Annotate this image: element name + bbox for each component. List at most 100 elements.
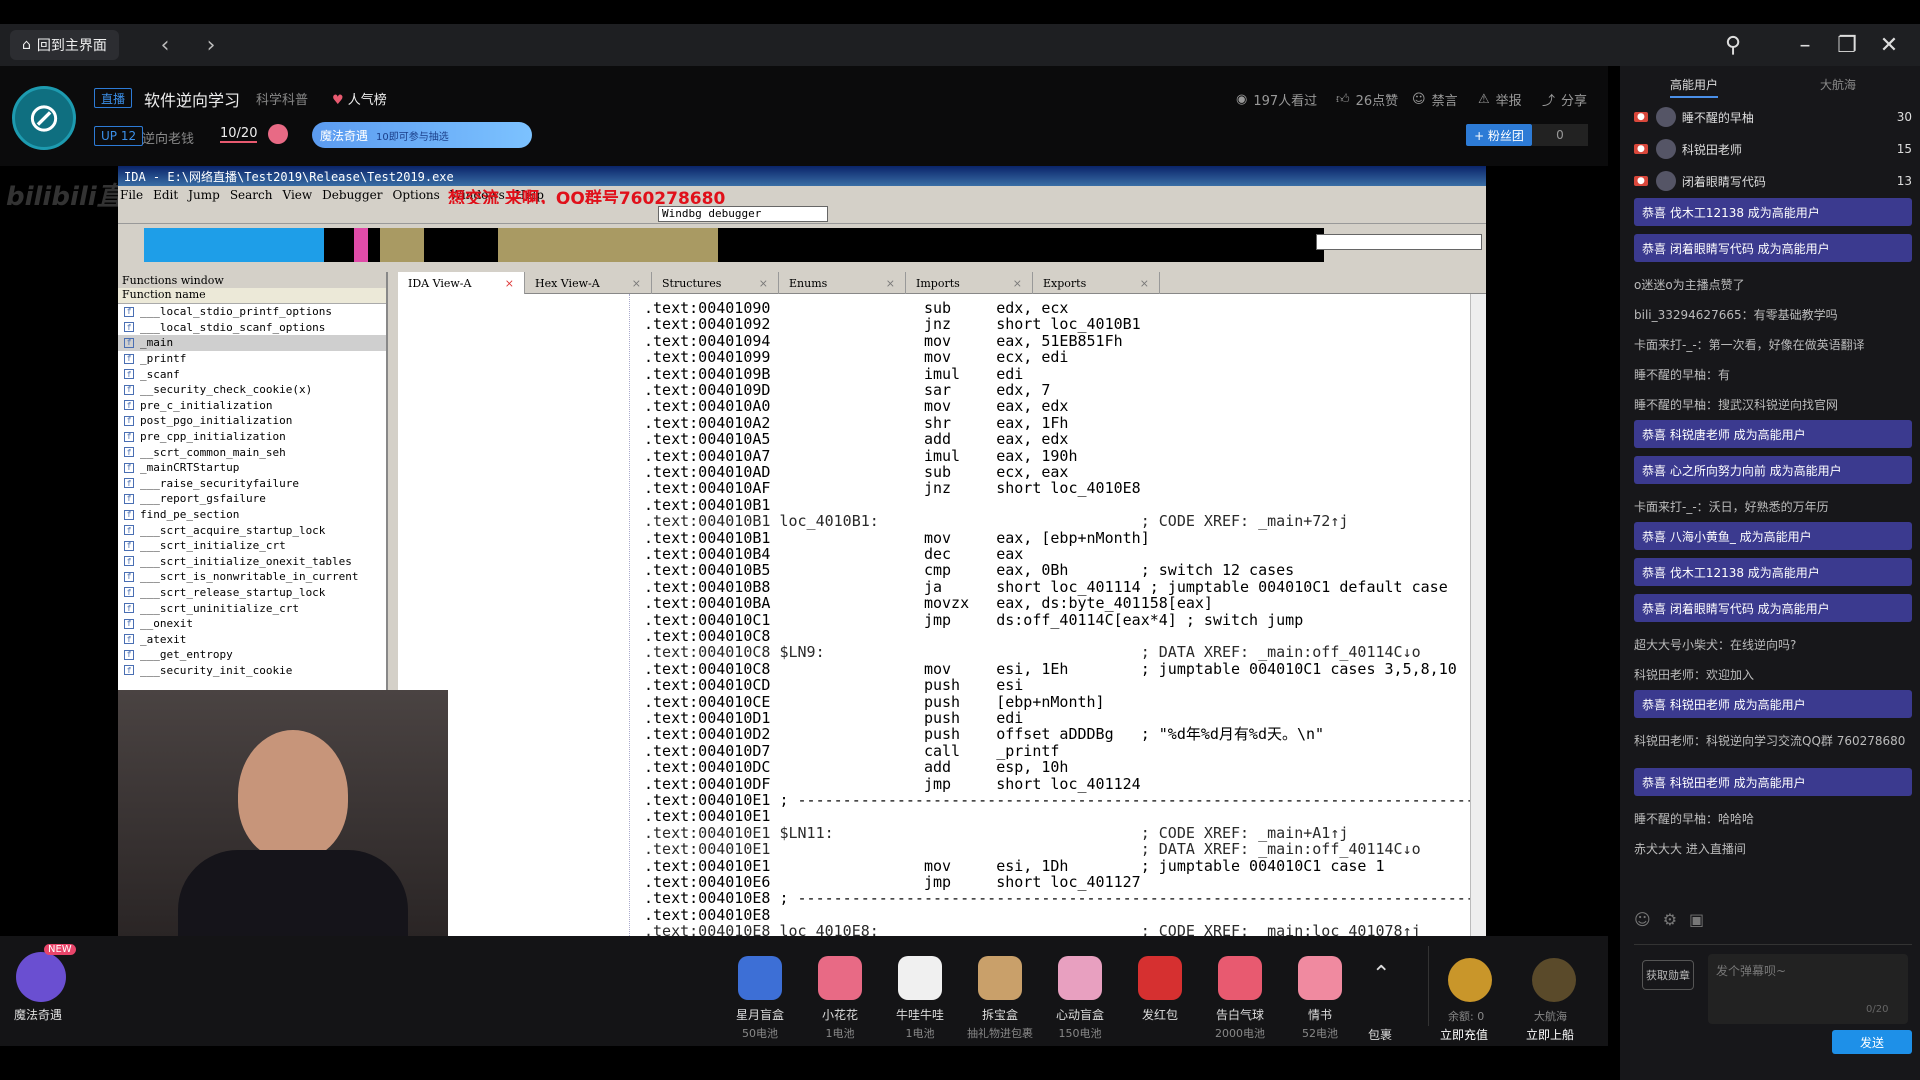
function-item[interactable]: f _printf (118, 351, 386, 367)
chat-message[interactable]: 超大大号小柴犬：在线逆向吗? (1634, 636, 1912, 653)
disassembly-line[interactable]: .text:004010E8 loc_4010E8: ; CODE XREF: … (644, 923, 1421, 936)
function-item[interactable]: f _main (118, 335, 386, 351)
function-item[interactable]: f ___get_entropy (118, 647, 386, 663)
tab-close-icon[interactable]: × (1013, 277, 1022, 290)
disassembly-line[interactable]: .text:004010CD push esi (644, 677, 1023, 694)
function-item[interactable]: f ___report_gsfailure (118, 491, 386, 507)
board-ship-link[interactable]: 立即上船 (1526, 1026, 1574, 1043)
package-button[interactable]: 包裹 (1368, 1026, 1392, 1043)
disassembly-line[interactable]: .text:004010B1 mov eax, [ebp+nMonth] (644, 529, 1150, 546)
function-item[interactable]: f post_pgo_initialization (118, 413, 386, 429)
recharge-link[interactable]: 立即充值 (1440, 1026, 1488, 1043)
gift-item[interactable]: 拆宝盒 抽礼物进包裹 (960, 956, 1040, 1041)
disassembly-line[interactable]: .text:004010BA movzx eax, ds:byte_401158… (644, 595, 1213, 612)
chevron-up-icon[interactable]: ⌃ (1372, 962, 1390, 987)
debugger-select[interactable]: Windbg debugger (658, 206, 828, 222)
disassembly-line[interactable]: .text:004010B5 cmp eax, 0Bh ; switch 12 … (644, 562, 1294, 579)
ida-menu-item[interactable]: Jump (188, 188, 220, 202)
get-medal-button[interactable]: 获取勋章 (1642, 960, 1694, 990)
rank-row[interactable]: ● 科锐田老师 15 (1634, 136, 1912, 162)
disassembly-line[interactable]: .text:004010E1 (644, 808, 770, 825)
chat-message[interactable]: 科锐田老师：科锐逆向学习交流QQ群 760278680 (1634, 732, 1912, 749)
disassembly-line[interactable]: .text:004010AD sub ecx, eax (644, 464, 1068, 481)
gift-item[interactable]: 情书 52电池 (1280, 956, 1360, 1041)
send-button[interactable]: 发送 (1832, 1030, 1912, 1054)
gift-item[interactable]: 发红包 (1120, 956, 1200, 1025)
streamer-avatar[interactable]: ⊘ (12, 86, 76, 150)
report-button[interactable]: ⚠ 举报 (1478, 90, 1522, 109)
magic-wheel-icon[interactable] (16, 952, 66, 1002)
gift-item[interactable]: 告白气球 2000电池 (1200, 956, 1280, 1041)
disassembly-line[interactable]: .text:004010B1 (644, 496, 770, 513)
tab-close-icon[interactable]: × (1140, 277, 1149, 290)
disassembly-line[interactable]: .text:004010C8 mov esi, 1Eh ; jumptable … (644, 660, 1457, 677)
disassembly-line[interactable]: .text:004010A2 shr eax, 1Fh (644, 414, 1068, 431)
disassembly-line[interactable]: .text:004010DF jmp short loc_401124 (644, 775, 1141, 792)
function-name-header[interactable]: Function name (118, 288, 386, 304)
function-item[interactable]: f ___scrt_uninitialize_crt (118, 600, 386, 616)
ida-menu-item[interactable]: Options (393, 188, 440, 202)
disassembly-line[interactable]: .text:004010D1 push edi (644, 710, 1023, 727)
rank-row[interactable]: ● 闭着眼睛写代码 13 (1634, 168, 1912, 194)
ida-menu-item[interactable]: Edit (153, 188, 178, 202)
function-item[interactable]: f ___local_stdio_scanf_options (118, 320, 386, 336)
function-item[interactable]: f ___local_stdio_printf_options (118, 304, 386, 320)
disassembly-line[interactable]: .text:00401090 sub edx, ecx (644, 300, 1068, 317)
function-item[interactable]: f pre_cpp_initialization (118, 429, 386, 445)
function-item[interactable]: f ___security_init_cookie (118, 663, 386, 679)
fan-group-button[interactable]: + 粉丝团 (1466, 124, 1532, 146)
disassembly-line[interactable]: .text:004010E6 jmp short loc_401127 (644, 874, 1141, 891)
back-arrow-icon[interactable]: ‹ (150, 30, 180, 60)
share-button[interactable]: ⤴ 分享 (1542, 90, 1587, 109)
tab-captain[interactable]: 大航海 (1820, 76, 1856, 93)
chat-message[interactable]: 科锐田老师：欢迎加入 (1634, 666, 1912, 683)
gift-item[interactable]: 星月盲盒 50电池 (720, 956, 800, 1041)
disassembly-line[interactable]: .text:004010B4 dec eax (644, 546, 1023, 563)
tab-close-icon[interactable]: × (759, 277, 768, 290)
chat-message[interactable]: bili_33294627665：有零基础教学吗 (1634, 306, 1912, 323)
nav-band-input[interactable] (1316, 234, 1482, 250)
disassembly-line[interactable]: .text:004010A7 imul eax, 190h (644, 447, 1077, 464)
chat-message[interactable]: 卡面来打-_-：沃日，好熟悉的万年历 (1634, 498, 1912, 515)
function-item[interactable]: f ___scrt_initialize_onexit_tables (118, 554, 386, 570)
close-icon[interactable]: ✕ (1872, 28, 1906, 62)
disassembly-line[interactable]: .text:0040109D sar edx, 7 (644, 382, 1050, 399)
rank-row[interactable]: ● 睡不醒的早柚 30 (1634, 104, 1912, 130)
disassembly-line[interactable]: .text:004010D2 push offset aDDDBg ; "%d年… (644, 726, 1324, 743)
disassembly-line[interactable]: .text:0040109B imul edi (644, 365, 1023, 382)
gift-item[interactable]: 小花花 1电池 (800, 956, 880, 1041)
disassembly-line[interactable]: .text:004010E1 mov esi, 1Dh ; jumptable … (644, 857, 1385, 874)
disassembly-line[interactable]: .text:004010C1 jmp ds:off_40114C[eax*4] … (644, 611, 1303, 628)
disassembly-line[interactable]: .text:004010C8 (644, 628, 770, 645)
room-category[interactable]: 科学科普 (256, 89, 308, 108)
disassembly-line[interactable]: .text:004010C8 $LN9: ; DATA XREF: _main:… (644, 644, 1421, 661)
disassembly-line[interactable]: .text:004010DC add esp, 10h (644, 759, 1068, 776)
function-item[interactable]: f __scrt_common_main_seh (118, 444, 386, 460)
ida-tab[interactable]: IDA View-A × (398, 272, 525, 294)
tab-high-energy[interactable]: 高能用户 (1670, 76, 1719, 98)
ida-menu-item[interactable]: Search (230, 188, 273, 202)
disassembly-line[interactable]: .text:004010CE push [ebp+nMonth] (644, 693, 1105, 710)
chat-message[interactable]: 睡不醒的早柚：搜武汉科锐逆向找官网 (1634, 396, 1912, 413)
chat-message[interactable]: 睡不醒的早柚：哈哈哈 (1634, 810, 1912, 827)
magic-label[interactable]: 魔法奇遇 (14, 1006, 62, 1023)
chat-message[interactable]: 卡面来打-_-：第一次看，好像在做英语翻译 (1634, 336, 1912, 353)
navigation-band[interactable] (118, 224, 1486, 268)
chat-message[interactable]: 睡不醒的早柚：有 (1634, 366, 1912, 383)
chat-message[interactable]: o迷迷o为主播点赞了 (1634, 276, 1912, 293)
ida-menu-item[interactable]: Debugger (322, 188, 382, 202)
function-item[interactable]: f pre_c_initialization (118, 398, 386, 414)
function-item[interactable]: f __onexit (118, 616, 386, 632)
popularity-rank[interactable]: ♥ 人气榜 (332, 89, 387, 108)
disassembly-line[interactable]: .text:004010AF jnz short loc_4010E8 (644, 480, 1141, 497)
image-icon[interactable]: ▣ (1689, 910, 1704, 929)
function-item[interactable]: f ___scrt_initialize_crt (118, 538, 386, 554)
gift-item[interactable]: 心动盲盒 150电池 (1040, 956, 1120, 1041)
disassembly-line[interactable]: .text:004010D7 call _printf (644, 742, 1059, 759)
function-item[interactable]: f _mainCRTStartup (118, 460, 386, 476)
disassembly-line[interactable]: .text:004010A5 add eax, edx (644, 431, 1068, 448)
ida-menu-item[interactable]: View (283, 188, 313, 202)
tab-close-icon[interactable]: × (886, 277, 895, 290)
function-item[interactable]: f _scanf (118, 366, 386, 382)
magic-banner[interactable]: 魔法奇遇 10即可参与抽选 (312, 122, 532, 148)
